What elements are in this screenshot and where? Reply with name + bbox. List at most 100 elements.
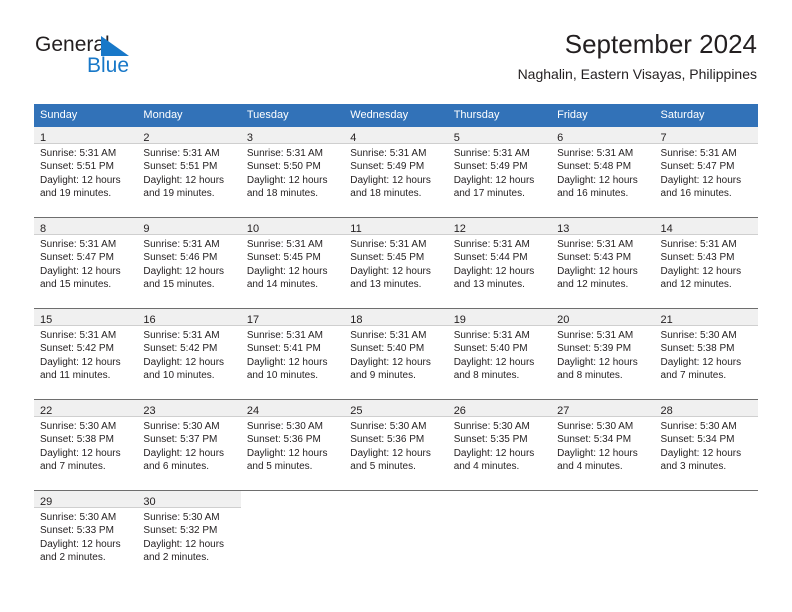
daylight-text-line1: Daylight: 12 hours: [350, 265, 431, 277]
day-number-strip: [551, 491, 654, 508]
day-number: 11: [350, 223, 362, 235]
calendar-day-cell[interactable]: 21 Sunrise: 5:30 AM Sunset: 5:38 PM Dayligh…: [654, 309, 758, 399]
day-cell-details: Sunrise: 5:30 AM Sunset: 5:34 PM Daylight:…: [655, 417, 758, 473]
calendar-day-cell[interactable]: 7 Sunrise: 5:31 AM Sunset: 5:47 PM Daylight…: [654, 127, 758, 217]
day-cell-details: Sunrise: 5:31 AM Sunset: 5:45 PM Daylight:…: [241, 235, 344, 291]
sunrise-text: Sunrise: 5:31 AM: [40, 148, 117, 159]
calendar-day-cell[interactable]: 3 Sunrise: 5:31 AM Sunset: 5:50 PM Daylight…: [240, 127, 345, 217]
general-blue-logo[interactable]: General Blue: [35, 32, 215, 84]
day-number-strip: 17: [240, 309, 345, 326]
daylight-text-line2: and 15 minutes.: [143, 278, 215, 290]
daylight-text-line2: and 11 minutes.: [40, 369, 111, 381]
day-number-strip: [448, 491, 551, 508]
calendar-day-cell[interactable]: 25 Sunrise: 5:30 AM Sunset: 5:36 PM Dayligh…: [344, 400, 448, 490]
daylight-text-line2: and 3 minutes.: [660, 460, 727, 472]
calendar-day-cell[interactable]: 23 Sunrise: 5:30 AM Sunset: 5:37 PM Dayligh…: [137, 400, 241, 490]
calendar-day-cell[interactable]: 11 Sunrise: 5:31 AM Sunset: 5:45 PM Dayligh…: [344, 218, 448, 308]
daylight-text-line1: Daylight: 12 hours: [40, 356, 121, 368]
calendar-day-cell[interactable]: 13 Sunrise: 5:31 AM Sunset: 5:43 PM Dayligh…: [551, 218, 655, 308]
day-number: 16: [143, 314, 156, 326]
day-number-strip: 7: [654, 127, 758, 144]
day-cell-details: Sunrise: 5:31 AM Sunset: 5:40 PM Daylight:…: [344, 326, 447, 382]
sunrise-text: Sunrise: 5:31 AM: [350, 330, 427, 341]
calendar-day-cell[interactable]: 9 Sunrise: 5:31 AM Sunset: 5:46 PM Daylight…: [137, 218, 241, 308]
day-cell-content: 22 Sunrise: 5:30 AM Sunset: 5:38 PM Dayligh…: [34, 400, 138, 490]
calendar-table: Sunday Monday Tuesday Wednesday Thursday…: [34, 104, 758, 582]
calendar-day-cell[interactable]: 20 Sunrise: 5:31 AM Sunset: 5:39 PM Dayligh…: [551, 309, 655, 399]
daylight-text-line2: and 8 minutes.: [557, 369, 623, 381]
day-cell-content: 11 Sunrise: 5:31 AM Sunset: 5:45 PM Dayligh…: [344, 218, 448, 308]
calendar-day-cell[interactable]: 14 Sunrise: 5:31 AM Sunset: 5:43 PM Dayligh…: [654, 218, 758, 308]
day-cell-content: 27 Sunrise: 5:30 AM Sunset: 5:34 PM Dayligh…: [551, 400, 655, 490]
daylight-text-line1: Daylight: 12 hours: [143, 447, 225, 459]
sunrise-text: Sunrise: 5:31 AM: [40, 239, 117, 250]
calendar-day-cell[interactable]: 1 Sunrise: 5:31 AM Sunset: 5:51 PM Daylight…: [34, 127, 138, 217]
day-cell-content: 2 Sunrise: 5:31 AM Sunset: 5:51 PM Daylight…: [137, 127, 241, 217]
day-cell-details: Sunrise: 5:30 AM Sunset: 5:36 PM Daylight:…: [241, 417, 344, 473]
day-number: 2: [143, 132, 150, 144]
sunrise-text: Sunrise: 5:30 AM: [453, 421, 530, 432]
day-number-strip: 18: [344, 309, 448, 326]
daylight-text-line2: and 6 minutes.: [143, 460, 210, 472]
calendar-day-cell[interactable]: 17 Sunrise: 5:31 AM Sunset: 5:41 PM Dayligh…: [240, 309, 345, 399]
sunset-text: Sunset: 5:46 PM: [143, 252, 218, 264]
calendar-day-cell[interactable]: 4 Sunrise: 5:31 AM Sunset: 5:49 PM Daylight…: [344, 127, 448, 217]
week-separator: [34, 581, 758, 582]
calendar-day-cell[interactable]: 10 Sunrise: 5:31 AM Sunset: 5:45 PM Dayligh…: [240, 218, 345, 308]
daylight-text-line2: and 5 minutes.: [350, 460, 416, 472]
daylight-text-line2: and 18 minutes.: [350, 187, 422, 199]
daylight-text-line2: and 17 minutes.: [453, 187, 525, 199]
day-number-strip: 22: [34, 400, 138, 417]
calendar-day-cell[interactable]: 29 Sunrise: 5:30 AM Sunset: 5:33 PM Dayligh…: [34, 491, 138, 581]
daylight-text-line2: and 4 minutes.: [557, 460, 623, 472]
sunrise-text: Sunrise: 5:31 AM: [660, 239, 737, 250]
calendar-day-cell[interactable]: 24 Sunrise: 5:30 AM Sunset: 5:36 PM Dayligh…: [240, 400, 345, 490]
sunset-text: Sunset: 5:43 PM: [660, 252, 735, 264]
calendar-day-cell: [241, 491, 344, 581]
calendar-day-cell[interactable]: 19 Sunrise: 5:31 AM Sunset: 5:40 PM Dayligh…: [447, 309, 552, 399]
day-number-strip: 11: [344, 218, 448, 235]
calendar-day-cell[interactable]: 2 Sunrise: 5:31 AM Sunset: 5:51 PM Daylight…: [137, 127, 241, 217]
sunrise-text: Sunrise: 5:30 AM: [557, 421, 634, 432]
calendar-day-cell[interactable]: 6 Sunrise: 5:31 AM Sunset: 5:48 PM Daylight…: [551, 127, 655, 217]
calendar-day-cell[interactable]: 28 Sunrise: 5:30 AM Sunset: 5:34 PM Dayligh…: [654, 400, 758, 490]
weekday-header-tuesday: Tuesday: [240, 104, 345, 127]
day-cell-content: 26 Sunrise: 5:30 AM Sunset: 5:35 PM Dayligh…: [447, 400, 552, 490]
day-cell-details: Sunrise: 5:31 AM Sunset: 5:42 PM Daylight:…: [34, 326, 137, 382]
calendar-day-cell[interactable]: 27 Sunrise: 5:30 AM Sunset: 5:34 PM Dayligh…: [551, 400, 655, 490]
calendar-day-cell[interactable]: 18 Sunrise: 5:31 AM Sunset: 5:40 PM Dayligh…: [344, 309, 448, 399]
day-number-strip: 6: [551, 127, 655, 144]
day-number-strip: 30: [137, 491, 241, 508]
calendar-day-cell[interactable]: 26 Sunrise: 5:30 AM Sunset: 5:35 PM Dayligh…: [447, 400, 552, 490]
calendar-day-cell[interactable]: 22 Sunrise: 5:30 AM Sunset: 5:38 PM Dayligh…: [34, 400, 138, 490]
daylight-text-line2: and 12 minutes.: [660, 278, 732, 290]
day-cell-content: 14 Sunrise: 5:31 AM Sunset: 5:43 PM Dayligh…: [654, 218, 758, 308]
sunset-text: Sunset: 5:48 PM: [557, 161, 632, 173]
day-cell-content: 17 Sunrise: 5:31 AM Sunset: 5:41 PM Dayligh…: [240, 309, 345, 399]
day-cell-details: Sunrise: 5:31 AM Sunset: 5:51 PM Daylight:…: [34, 144, 137, 200]
daylight-text-line1: Daylight: 12 hours: [246, 356, 328, 368]
day-number-strip: 26: [447, 400, 552, 417]
calendar-day-cell: [655, 491, 758, 581]
day-number: 21: [660, 314, 673, 326]
calendar-day-cell[interactable]: 8 Sunrise: 5:31 AM Sunset: 5:47 PM Daylight…: [34, 218, 138, 308]
day-cell-content: 23 Sunrise: 5:30 AM Sunset: 5:37 PM Dayligh…: [137, 400, 241, 490]
sunset-text: Sunset: 5:44 PM: [453, 252, 528, 264]
calendar-day-cell[interactable]: 16 Sunrise: 5:31 AM Sunset: 5:42 PM Dayligh…: [137, 309, 241, 399]
week-separator-cell: [34, 581, 758, 582]
sunrise-text: Sunrise: 5:31 AM: [246, 330, 323, 341]
day-number-strip: 5: [447, 127, 552, 144]
day-cell-details: Sunrise: 5:30 AM Sunset: 5:34 PM Daylight:…: [551, 417, 654, 473]
daylight-text-line2: and 2 minutes.: [40, 551, 106, 563]
daylight-text-line1: Daylight: 12 hours: [453, 174, 535, 186]
day-cell-content: 3 Sunrise: 5:31 AM Sunset: 5:50 PM Daylight…: [240, 127, 345, 217]
sunrise-text: Sunrise: 5:31 AM: [143, 330, 220, 341]
calendar-day-cell[interactable]: 30 Sunrise: 5:30 AM Sunset: 5:32 PM Dayligh…: [137, 491, 241, 581]
calendar-day-cell[interactable]: 15 Sunrise: 5:31 AM Sunset: 5:42 PM Dayligh…: [34, 309, 138, 399]
day-cell-content: 15 Sunrise: 5:31 AM Sunset: 5:42 PM Dayligh…: [34, 309, 138, 399]
calendar-day-cell[interactable]: 5 Sunrise: 5:31 AM Sunset: 5:49 PM Daylight…: [447, 127, 552, 217]
sunset-text: Sunset: 5:49 PM: [453, 161, 528, 173]
calendar-week-row: 15 Sunrise: 5:31 AM Sunset: 5:42 PM Dayligh…: [34, 309, 758, 399]
sunrise-text: Sunrise: 5:31 AM: [246, 148, 323, 159]
calendar-day-cell[interactable]: 12 Sunrise: 5:31 AM Sunset: 5:44 PM Dayligh…: [447, 218, 552, 308]
